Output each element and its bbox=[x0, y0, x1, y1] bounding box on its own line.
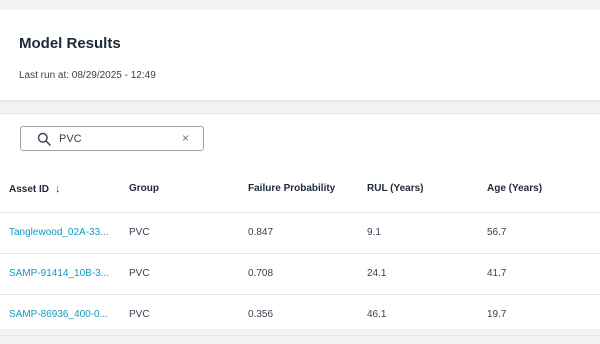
sort-descending-icon[interactable]: ↓ bbox=[55, 166, 61, 212]
column-header-age[interactable]: Age (Years) bbox=[487, 166, 542, 212]
age-cell: 56.7 bbox=[487, 227, 507, 238]
page-title: Model Results bbox=[19, 35, 121, 52]
rul-cell: 9.1 bbox=[367, 227, 381, 238]
table-header-row: Asset ID ↓ Group Failure Probability RUL … bbox=[0, 166, 600, 213]
column-header-rul[interactable]: RUL (Years) bbox=[367, 166, 424, 212]
asset-id-link[interactable]: SAMP-86936_400-0... bbox=[9, 295, 108, 335]
column-header-asset-id[interactable]: Asset ID ↓ bbox=[9, 166, 61, 213]
rul-cell: 46.1 bbox=[367, 309, 387, 320]
last-run-timestamp: Last run at: 08/29/2025 - 12:49 bbox=[19, 70, 156, 81]
results-table-card: × Asset ID ↓ Group Failure Probability RU… bbox=[0, 113, 600, 336]
search-input[interactable] bbox=[59, 130, 179, 147]
failure-probability-cell: 0.708 bbox=[248, 268, 274, 279]
failure-probability-cell: 0.356 bbox=[248, 309, 274, 320]
table-row[interactable]: SAMP-86936_400-0... PVC 0.356 46.1 19.7 bbox=[0, 295, 600, 336]
column-header-label: Asset ID bbox=[9, 184, 50, 195]
model-results-header-card: Model Results Last run at: 08/29/2025 - … bbox=[0, 10, 600, 101]
results-table: Asset ID ↓ Group Failure Probability RUL … bbox=[0, 166, 600, 336]
age-cell: 19.7 bbox=[487, 309, 507, 320]
asset-id-link[interactable]: Tanglewood_02A-33... bbox=[9, 213, 109, 253]
search-field[interactable]: × bbox=[20, 126, 204, 151]
group-cell: PVC bbox=[129, 268, 150, 279]
clear-search-icon[interactable]: × bbox=[182, 131, 189, 146]
column-header-failure-probability[interactable]: Failure Probability bbox=[248, 166, 335, 212]
asset-id-link[interactable]: SAMP-91414_10B-3... bbox=[9, 254, 109, 294]
group-cell: PVC bbox=[129, 227, 150, 238]
rul-cell: 24.1 bbox=[367, 268, 387, 279]
column-header-group[interactable]: Group bbox=[129, 166, 159, 212]
search-icon bbox=[37, 132, 51, 146]
age-cell: 41.7 bbox=[487, 268, 507, 279]
table-row[interactable]: Tanglewood_02A-33... PVC 0.847 9.1 56.7 bbox=[0, 213, 600, 254]
table-row[interactable]: SAMP-91414_10B-3... PVC 0.708 24.1 41.7 bbox=[0, 254, 600, 295]
group-cell: PVC bbox=[129, 309, 150, 320]
failure-probability-cell: 0.847 bbox=[248, 227, 274, 238]
